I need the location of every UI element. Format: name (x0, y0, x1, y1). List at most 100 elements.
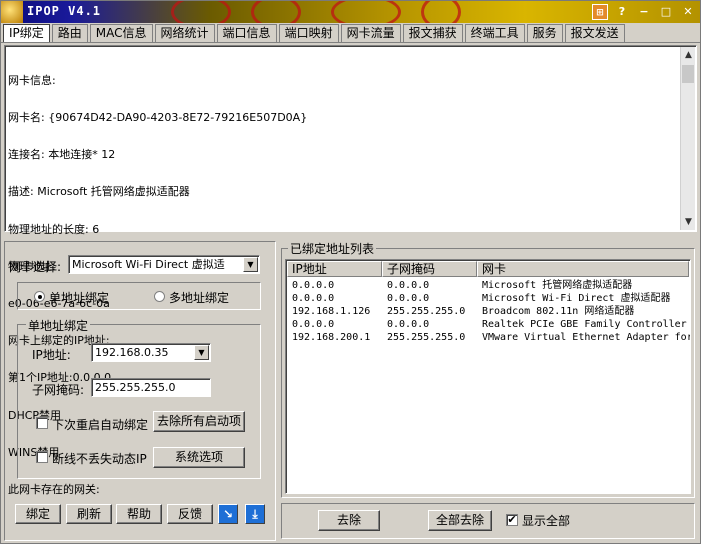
table-row[interactable]: 192.168.1.126 255.255.255.0 Broadcom 802… (287, 305, 690, 318)
close-icon[interactable]: ✕ (680, 4, 696, 20)
group-title: 单地址绑定 (26, 317, 91, 334)
minimize-icon[interactable]: − (636, 4, 652, 20)
cell-ip: 192.168.1.126 (292, 306, 371, 317)
cell-nic: VMware Virtual Ethernet Adapter for (482, 332, 691, 343)
remove-button[interactable]: 去除 (318, 510, 380, 531)
single-bind-group: 单地址绑定 IP地址: 192.168.0.35 ▼ 子网掩码: 255.255… (17, 317, 261, 479)
tab-packet-send[interactable]: 报文发送 (564, 24, 625, 42)
cell-ip: 0.0.0.0 (292, 280, 335, 291)
tab-mac-info[interactable]: MAC信息 (89, 24, 153, 42)
cell-nic: Microsoft Wi-Fi Direct 虚拟适配器 (482, 293, 671, 304)
radio-multi-bind[interactable] (154, 291, 165, 302)
tab-services[interactable]: 服务 (526, 24, 563, 42)
download-icon[interactable]: ⤓ (245, 504, 265, 524)
ip-label: IP地址: (32, 348, 71, 362)
cell-mask: 255.255.255.0 (387, 332, 466, 343)
adapter-select-label: 网卡选择: (9, 260, 62, 274)
ip-address-combo[interactable]: 192.168.0.35 ▼ (91, 343, 211, 362)
arrow-down-right-icon[interactable]: ↘ (218, 504, 238, 524)
bind-mode-group: 单地址绑定 多地址绑定 (17, 282, 261, 310)
scroll-up-icon[interactable]: ▲ (681, 47, 696, 63)
title-decoration (331, 1, 401, 23)
scroll-thumb[interactable] (682, 65, 694, 83)
show-all-label[interactable]: 显示全部 (522, 512, 570, 529)
mask-label: 子网掩码: (32, 383, 85, 397)
tab-ip-bind[interactable]: IP绑定 (3, 24, 50, 43)
tab-terminal-tools[interactable]: 终端工具 (464, 24, 525, 42)
column-header-nic[interactable]: 网卡 (477, 261, 689, 277)
remove-startup-button[interactable]: 去除所有启动项 (153, 411, 245, 432)
auto-bind-checkbox[interactable] (36, 417, 48, 429)
info-line: 描述: Microsoft 托管网络虚拟适配器 (8, 185, 190, 199)
maximize-icon[interactable]: □ (658, 4, 674, 20)
auto-bind-label[interactable]: 下次重启自动绑定 (52, 416, 148, 433)
cell-ip: 0.0.0.0 (292, 319, 335, 330)
app-logo-icon (1, 1, 23, 23)
table-row[interactable]: 192.168.200.1 255.255.255.0 VMware Virtu… (287, 331, 691, 344)
column-header-ip[interactable]: IP地址 (287, 261, 382, 277)
cell-nic: Microsoft 托管网络虚拟适配器 (482, 280, 633, 291)
bound-address-group: 已绑定地址列表 IP地址 子网掩码 网卡 0.0.0.0 0.0.0.0 Mic… (281, 240, 695, 498)
tab-packet-capture[interactable]: 报文捕获 (402, 24, 463, 42)
help-button[interactable]: 帮助 (116, 504, 162, 524)
cell-ip: 0.0.0.0 (292, 293, 335, 304)
cell-ip: 192.168.200.1 (292, 332, 371, 343)
title-decoration (421, 1, 461, 23)
window-title: IPOP V4.1 (27, 4, 102, 18)
list-header: IP地址 子网掩码 网卡 (287, 261, 689, 277)
remove-all-button[interactable]: 全部去除 (428, 510, 492, 531)
system-menu-icon[interactable]: ⊞ (592, 4, 608, 20)
cell-mask: 0.0.0.0 (387, 319, 430, 330)
chevron-down-icon[interactable]: ▼ (243, 257, 258, 272)
bound-list-title: 已绑定地址列表 (288, 240, 377, 257)
help-icon[interactable]: ? (614, 4, 630, 20)
ip-address-value: 192.168.0.35 (95, 346, 169, 359)
info-line: 网卡名: {90674D42-DA90-4203-8E72-79216E507D… (8, 111, 308, 125)
adapter-select-value: Microsoft Wi-Fi Direct 虚拟适 (72, 258, 225, 271)
adapter-info-textarea[interactable]: 网卡信息: 网卡名: {90674D42-DA90-4203-8E72-7921… (4, 45, 697, 496)
info-line: 连接名: 本地连接* 12 (8, 148, 116, 162)
radio-selected-dot (38, 295, 42, 299)
tab-port-mapping[interactable]: 端口映射 (278, 24, 339, 42)
adapter-select[interactable]: Microsoft Wi-Fi Direct 虚拟适 ▼ (68, 255, 260, 274)
scroll-down-icon[interactable]: ▼ (681, 214, 696, 230)
refresh-button[interactable]: 刷新 (66, 504, 112, 524)
subnet-mask-input[interactable]: 255.255.255.0 (91, 378, 211, 397)
cell-mask: 0.0.0.0 (387, 280, 430, 291)
keep-dhcp-checkbox[interactable] (36, 451, 48, 463)
bind-button[interactable]: 绑定 (15, 504, 61, 524)
tab-route[interactable]: 路由 (51, 24, 88, 42)
info-line: 网卡信息: (8, 73, 56, 87)
tab-port-info[interactable]: 端口信息 (216, 24, 277, 42)
system-options-button[interactable]: 系统选项 (153, 447, 245, 468)
vertical-scrollbar[interactable]: ▲ ▼ (680, 47, 695, 230)
tab-divider (1, 42, 700, 43)
bound-address-list[interactable]: IP地址 子网掩码 网卡 0.0.0.0 0.0.0.0 Microsoft 托… (285, 259, 691, 494)
title-decoration (251, 1, 301, 23)
window-controls: ⊞ ? − □ ✕ (592, 4, 696, 20)
radio-multi-label[interactable]: 多地址绑定 (169, 289, 229, 306)
title-bar[interactable]: IPOP V4.1 ⊞ ? − □ ✕ (1, 1, 700, 23)
column-header-mask[interactable]: 子网掩码 (382, 261, 477, 277)
tab-nic-traffic[interactable]: 网卡流量 (340, 24, 401, 42)
bound-list-actions: 去除 全部去除 ✔ 显示全部 (281, 503, 695, 539)
feedback-button[interactable]: 反馈 (167, 504, 213, 524)
radio-single-bind[interactable] (34, 291, 45, 302)
title-decoration (171, 1, 231, 23)
info-line: 物理地址的长度: 6 (8, 222, 100, 236)
cell-nic: Broadcom 802.11n 网络适配器 (482, 306, 635, 317)
tab-net-stats[interactable]: 网络统计 (154, 24, 215, 42)
bind-settings-panel: 网卡选择: Microsoft Wi-Fi Direct 虚拟适 ▼ 单地址绑定… (4, 241, 276, 541)
cell-nic: Realtek PCIe GBE Family Controller (482, 319, 687, 330)
cell-mask: 0.0.0.0 (387, 293, 430, 304)
main-window: IPOP V4.1 ⊞ ? − □ ✕ IP绑定 路由 MAC信息 网络统计 端… (0, 0, 701, 544)
keep-dhcp-label[interactable]: 断线不丢失动态IP (52, 450, 147, 467)
table-row[interactable]: 0.0.0.0 0.0.0.0 Microsoft Wi-Fi Direct 虚… (287, 292, 690, 305)
chevron-down-icon[interactable]: ▼ (194, 345, 209, 360)
radio-single-label[interactable]: 单地址绑定 (49, 289, 109, 306)
tab-bar: IP绑定 路由 MAC信息 网络统计 端口信息 端口映射 网卡流量 报文捕获 终… (3, 24, 627, 43)
table-row[interactable]: 0.0.0.0 0.0.0.0 Microsoft 托管网络虚拟适配器 (287, 279, 690, 292)
table-row[interactable]: 0.0.0.0 0.0.0.0 Realtek PCIe GBE Family … (287, 318, 690, 331)
show-all-checkbox[interactable]: ✔ (506, 514, 518, 526)
cell-mask: 255.255.255.0 (387, 306, 466, 317)
